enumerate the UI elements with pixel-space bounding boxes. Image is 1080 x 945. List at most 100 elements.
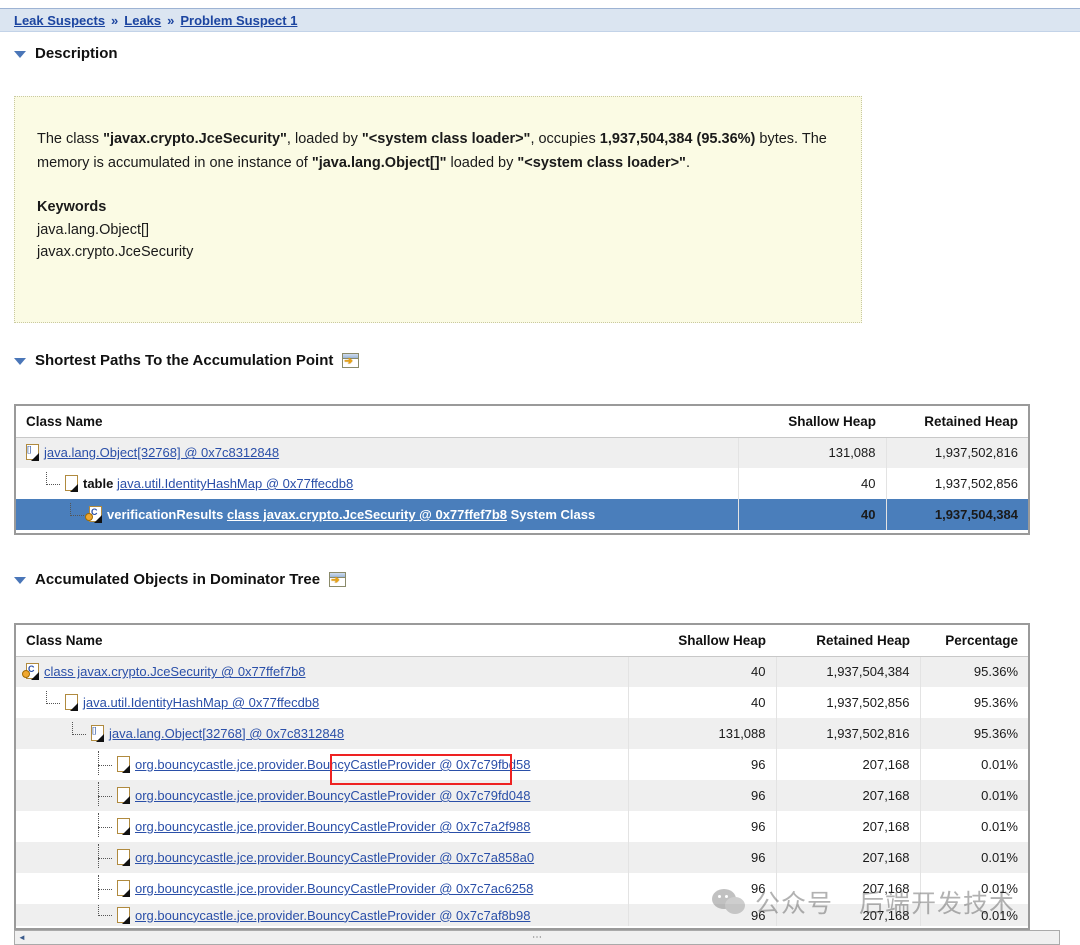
keyword-item: javax.crypto.JceSecurity bbox=[37, 244, 194, 260]
object-icon bbox=[117, 849, 132, 866]
array-object-icon: [] bbox=[91, 725, 106, 742]
object-link[interactable]: org.bouncycastle.jce.provider.BouncyCast… bbox=[135, 908, 530, 923]
breadcrumb-link-leak-suspects[interactable]: Leak Suspects bbox=[14, 13, 105, 28]
cell-class-name[interactable]: [] java.lang.Object[32768] @ 0x7c8312848 bbox=[16, 437, 738, 468]
object-link[interactable]: org.bouncycastle.jce.provider.BouncyCast… bbox=[135, 881, 533, 896]
cell-shallow-heap: 40 bbox=[627, 687, 776, 718]
tree-connector-icon bbox=[94, 812, 116, 837]
object-link[interactable]: org.bouncycastle.jce.provider.BouncyCast… bbox=[135, 788, 530, 803]
breadcrumb-link-leaks[interactable]: Leaks bbox=[124, 13, 161, 28]
cell-class-name[interactable]: table java.util.IdentityHashMap @ 0x77ff… bbox=[16, 468, 738, 499]
desc-bytes: 1,937,504,384 (95.36%) bbox=[599, 131, 756, 147]
cell-shallow-heap: 96 bbox=[627, 842, 776, 873]
tree-connector-icon bbox=[94, 874, 116, 899]
array-object-icon: [] bbox=[26, 444, 41, 462]
table-row[interactable]: table java.util.IdentityHashMap @ 0x77ff… bbox=[16, 468, 1028, 499]
table-row[interactable]: org.bouncycastle.jce.provider.BouncyCast… bbox=[16, 842, 1028, 873]
cell-retained-heap: 1,937,504,384 bbox=[885, 499, 1028, 530]
table-row[interactable]: [] java.lang.Object[32768] @ 0x7c8312848… bbox=[16, 437, 1028, 468]
column-header-shallow-heap[interactable]: Shallow Heap bbox=[628, 625, 776, 657]
cell-percentage: 0.01% bbox=[919, 842, 1028, 873]
field-name: table bbox=[83, 476, 114, 491]
keywords-title: Keywords bbox=[37, 199, 107, 215]
description-paragraph: The class "javax.crypto.JceSecurity", lo… bbox=[37, 127, 839, 175]
table-row[interactable]: java.util.IdentityHashMap @ 0x77ffecdb8 … bbox=[16, 687, 1028, 718]
breadcrumb-separator: » bbox=[167, 12, 175, 28]
desc-instance: "java.lang.Object[]" bbox=[311, 155, 447, 171]
breadcrumb-link-problem-suspect-1[interactable]: Problem Suspect 1 bbox=[180, 13, 297, 28]
desc-class-name: "javax.crypto.JceSecurity" bbox=[103, 131, 287, 147]
tree-connector-icon bbox=[94, 781, 116, 806]
column-header-class-name[interactable]: Class Name bbox=[16, 406, 738, 438]
cell-shallow-heap: 96 bbox=[627, 749, 776, 780]
cell-class-name[interactable]: org.bouncycastle.jce.provider.BouncyCast… bbox=[16, 873, 628, 904]
cell-percentage: 0.01% bbox=[919, 780, 1028, 811]
cell-class-name[interactable]: org.bouncycastle.jce.provider.BouncyCast… bbox=[16, 842, 628, 873]
cell-percentage: 95.36% bbox=[919, 656, 1028, 687]
column-header-shallow-heap[interactable]: Shallow Heap bbox=[738, 406, 886, 438]
column-header-retained-heap[interactable]: Retained Heap bbox=[776, 625, 920, 657]
table-row[interactable]: [] java.lang.Object[32768] @ 0x7c8312848… bbox=[16, 718, 1028, 749]
cell-class-name[interactable]: C verificationResults class javax.crypto… bbox=[16, 499, 738, 530]
cell-shallow-heap: 40 bbox=[627, 656, 776, 687]
cell-retained-heap: 1,937,502,816 bbox=[775, 718, 920, 749]
cell-class-name[interactable]: C class javax.crypto.JceSecurity @ 0x77f… bbox=[16, 656, 628, 687]
row-suffix: System Class bbox=[510, 507, 596, 522]
open-view-icon[interactable] bbox=[342, 353, 360, 368]
cell-retained-heap: 207,168 bbox=[775, 904, 920, 926]
object-link[interactable]: org.bouncycastle.jce.provider.BouncyCast… bbox=[135, 757, 530, 772]
object-link[interactable]: class javax.crypto.JceSecurity @ 0x77ffe… bbox=[44, 664, 306, 679]
horizontal-scrollbar[interactable]: ◄ ⋯ bbox=[14, 930, 1060, 945]
table-row-selected[interactable]: C verificationResults class javax.crypto… bbox=[16, 499, 1028, 530]
table-row[interactable]: org.bouncycastle.jce.provider.BouncyCast… bbox=[16, 904, 1028, 926]
object-link[interactable]: java.lang.Object[32768] @ 0x7c8312848 bbox=[109, 726, 344, 741]
cell-class-name[interactable]: org.bouncycastle.jce.provider.BouncyCast… bbox=[16, 904, 628, 926]
object-icon bbox=[65, 475, 80, 492]
section-title-description: Description bbox=[35, 45, 118, 62]
column-header-retained-heap[interactable]: Retained Heap bbox=[886, 406, 1028, 438]
scroll-thumb[interactable]: ⋯ bbox=[532, 932, 542, 943]
table-row[interactable]: org.bouncycastle.jce.provider.BouncyCast… bbox=[16, 873, 1028, 904]
object-icon bbox=[117, 818, 132, 835]
chevron-down-icon[interactable] bbox=[14, 51, 26, 58]
cell-retained-heap: 1,937,502,816 bbox=[885, 437, 1028, 468]
object-link[interactable]: java.lang.Object[32768] @ 0x7c8312848 bbox=[44, 445, 279, 460]
table-row[interactable]: org.bouncycastle.jce.provider.BouncyCast… bbox=[16, 811, 1028, 842]
column-header-class-name[interactable]: Class Name bbox=[16, 625, 628, 657]
chevron-down-icon[interactable] bbox=[14, 358, 26, 365]
cell-retained-heap: 207,168 bbox=[775, 749, 920, 780]
cell-class-name[interactable]: java.util.IdentityHashMap @ 0x77ffecdb8 bbox=[16, 687, 628, 718]
cell-class-name[interactable]: org.bouncycastle.jce.provider.BouncyCast… bbox=[16, 749, 628, 780]
cell-retained-heap: 207,168 bbox=[775, 873, 920, 904]
cell-class-name[interactable]: [] java.lang.Object[32768] @ 0x7c8312848 bbox=[16, 718, 628, 749]
cell-class-name[interactable]: org.bouncycastle.jce.provider.BouncyCast… bbox=[16, 780, 628, 811]
cell-percentage: 0.01% bbox=[919, 904, 1028, 926]
tree-connector-icon bbox=[42, 471, 64, 492]
table-header-row: Class Name Shallow Heap Retained Heap Pe… bbox=[16, 625, 1028, 657]
table-row[interactable]: org.bouncycastle.jce.provider.BouncyCast… bbox=[16, 780, 1028, 811]
object-link[interactable]: org.bouncycastle.jce.provider.BouncyCast… bbox=[135, 819, 530, 834]
cell-percentage: 95.36% bbox=[919, 718, 1028, 749]
table-row[interactable]: C class javax.crypto.JceSecurity @ 0x77f… bbox=[16, 656, 1028, 687]
open-view-icon[interactable] bbox=[329, 572, 347, 587]
chevron-down-icon[interactable] bbox=[14, 577, 26, 584]
desc-text: , occupies bbox=[530, 131, 600, 147]
cell-shallow-heap: 96 bbox=[627, 811, 776, 842]
cell-retained-heap: 207,168 bbox=[775, 842, 920, 873]
object-link[interactable]: java.util.IdentityHashMap @ 0x77ffecdb8 bbox=[83, 695, 319, 710]
section-header-description[interactable]: Description bbox=[14, 45, 118, 62]
tree-connector-icon bbox=[94, 904, 116, 923]
table-row[interactable]: org.bouncycastle.jce.provider.BouncyCast… bbox=[16, 749, 1028, 780]
scroll-left-icon[interactable]: ◄ bbox=[16, 932, 28, 943]
object-link[interactable]: java.util.IdentityHashMap @ 0x77ffecdb8 bbox=[117, 476, 353, 491]
column-header-percentage[interactable]: Percentage bbox=[920, 625, 1028, 657]
cell-percentage: 95.36% bbox=[919, 687, 1028, 718]
cell-shallow-heap: 96 bbox=[627, 780, 776, 811]
object-link[interactable]: class javax.crypto.JceSecurity @ 0x77ffe… bbox=[227, 507, 507, 522]
tree-connector-icon bbox=[68, 721, 90, 742]
object-link[interactable]: org.bouncycastle.jce.provider.BouncyCast… bbox=[135, 850, 534, 865]
object-icon bbox=[65, 694, 80, 711]
section-header-dominator-tree[interactable]: Accumulated Objects in Dominator Tree bbox=[14, 571, 347, 588]
section-header-shortest-paths[interactable]: Shortest Paths To the Accumulation Point bbox=[14, 352, 360, 369]
cell-class-name[interactable]: org.bouncycastle.jce.provider.BouncyCast… bbox=[16, 811, 628, 842]
